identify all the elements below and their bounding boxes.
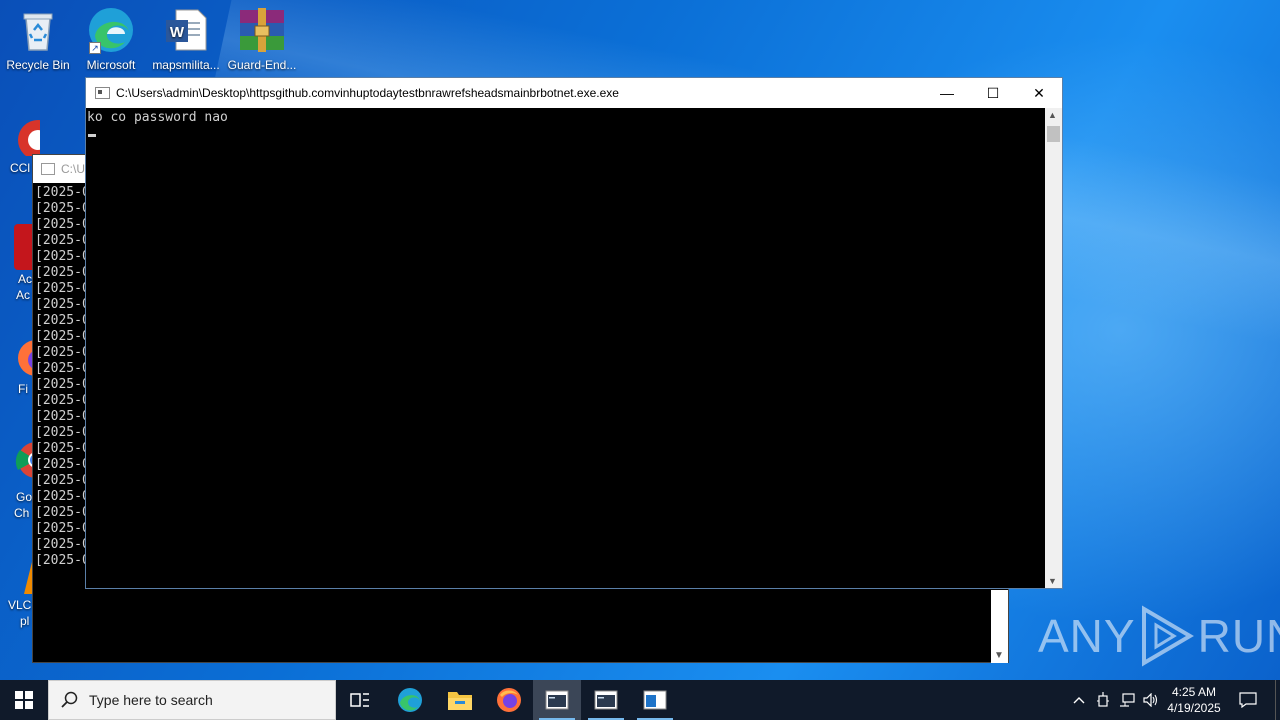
windows-logo-icon — [15, 691, 33, 709]
desktop-icon-label: VLC — [8, 598, 32, 612]
ccleaner-icon — [18, 120, 58, 160]
shortcut-arrow-icon: ↗ — [89, 42, 101, 54]
play-triangle-icon — [1141, 605, 1194, 667]
scroll-down-arrow-icon[interactable]: ▼ — [994, 650, 1004, 661]
taskbar-console-window-active[interactable] — [533, 680, 581, 720]
start-button[interactable] — [0, 680, 48, 720]
show-desktop-button[interactable] — [1275, 680, 1280, 720]
foreground-console-titlebar[interactable]: C:\Users\admin\Desktop\httpsgithub.comvi… — [86, 78, 1062, 108]
desktop-icon-label: mapsmilita... — [152, 58, 220, 72]
desktop-icon-label: Ac — [18, 272, 33, 286]
taskbar-console-window[interactable] — [582, 680, 630, 720]
desktop-icon-label: Fi — [18, 382, 28, 396]
console-app-icon — [95, 87, 110, 99]
watermark-text-any: ANY — [1038, 610, 1136, 662]
recycle-bin-icon — [14, 6, 62, 54]
close-button[interactable]: ✕ — [1016, 78, 1062, 108]
folder-icon — [448, 692, 472, 710]
clock-date: 4/19/2025 — [1167, 701, 1221, 715]
foreground-console-output: ko co password nao — [86, 108, 1045, 142]
taskbar: Type here to search 4:25 AM 4/19/2025 — [0, 680, 1280, 720]
foreground-console-scrollbar[interactable]: ▲ ▼ — [1045, 108, 1062, 588]
edge-icon: ↗ — [87, 6, 135, 54]
task-view-button[interactable] — [336, 680, 384, 720]
svg-text:W: W — [170, 24, 185, 41]
chevron-up-icon — [1073, 697, 1085, 704]
minimize-button[interactable]: — — [924, 78, 970, 108]
scroll-down-arrow-icon[interactable]: ▼ — [1048, 576, 1057, 586]
winrar-archive-icon — [238, 6, 286, 54]
scroll-up-arrow-icon[interactable]: ▲ — [1048, 110, 1057, 120]
desktop-icon-vlc[interactable]: VLC pl — [0, 560, 40, 628]
show-hidden-icons-button[interactable] — [1068, 680, 1090, 720]
foreground-console-title: C:\Users\admin\Desktop\httpsgithub.comvi… — [116, 86, 619, 100]
network-button[interactable] — [1116, 680, 1138, 720]
anyrun-watermark: ANY RUN — [1038, 605, 1280, 667]
desktop-icon-label: Microsoft — [86, 58, 136, 72]
device-icon — [1097, 692, 1109, 707]
foreground-console-window[interactable]: C:\Users\admin\Desktop\httpsgithub.comvi… — [85, 77, 1063, 589]
edge-icon — [398, 688, 422, 712]
search-placeholder: Type here to search — [89, 692, 213, 708]
clock-time: 4:25 AM — [1171, 685, 1217, 699]
desktop-icon-winrar-archive[interactable]: Guard-End... — [224, 0, 300, 73]
desktop-icon-label: Ch — [14, 506, 30, 520]
notification-icon — [1239, 692, 1257, 708]
taskbar-firefox[interactable] — [485, 680, 533, 720]
network-icon — [1120, 693, 1135, 707]
foreground-console-body[interactable]: ko co password nao — [86, 108, 1045, 588]
console-app-icon — [41, 163, 55, 175]
console-window-icon — [594, 690, 618, 710]
taskbar-edge[interactable] — [386, 680, 434, 720]
desktop-icon-label: Recycle Bin — [6, 58, 70, 72]
desktop-icon-word-document[interactable]: W mapsmilita... — [148, 0, 224, 73]
watermark-text-run: RUN — [1197, 610, 1280, 662]
taskbar-search-box[interactable]: Type here to search — [48, 680, 336, 720]
speaker-icon — [1143, 693, 1158, 707]
taskbar-clock[interactable]: 4:25 AM 4/19/2025 — [1160, 684, 1228, 716]
background-console-title: C:\U — [61, 162, 85, 176]
desktop-icon-recycle-bin[interactable]: Recycle Bin — [0, 0, 76, 73]
taskbar-app-window[interactable] — [631, 680, 679, 720]
scrollbar-thumb[interactable] — [1047, 126, 1060, 142]
app-window-icon — [643, 690, 667, 710]
text-cursor — [88, 134, 96, 137]
task-view-icon — [350, 693, 369, 707]
taskbar-file-explorer[interactable] — [436, 680, 484, 720]
desktop-icon-label: Go — [16, 490, 33, 504]
word-document-icon: W — [162, 6, 210, 54]
desktop-icon-label: pl — [20, 614, 30, 628]
console-window-icon — [545, 690, 569, 710]
search-icon — [61, 691, 78, 708]
console-output-line: ko co password nao — [87, 110, 228, 125]
desktop-icon-label: Ac — [16, 288, 31, 302]
notifications-button[interactable] — [1234, 680, 1262, 720]
desktop-icon-label: Guard-End... — [227, 58, 297, 72]
firefox-icon — [497, 688, 521, 712]
tray-device-button[interactable] — [1092, 680, 1114, 720]
background-console-scrollbar[interactable]: ▼ — [991, 590, 1008, 663]
maximize-button[interactable]: ☐ — [970, 78, 1016, 108]
desktop-icon-microsoft-edge[interactable]: ↗ Microsoft — [73, 0, 149, 73]
volume-button[interactable] — [1140, 680, 1162, 720]
